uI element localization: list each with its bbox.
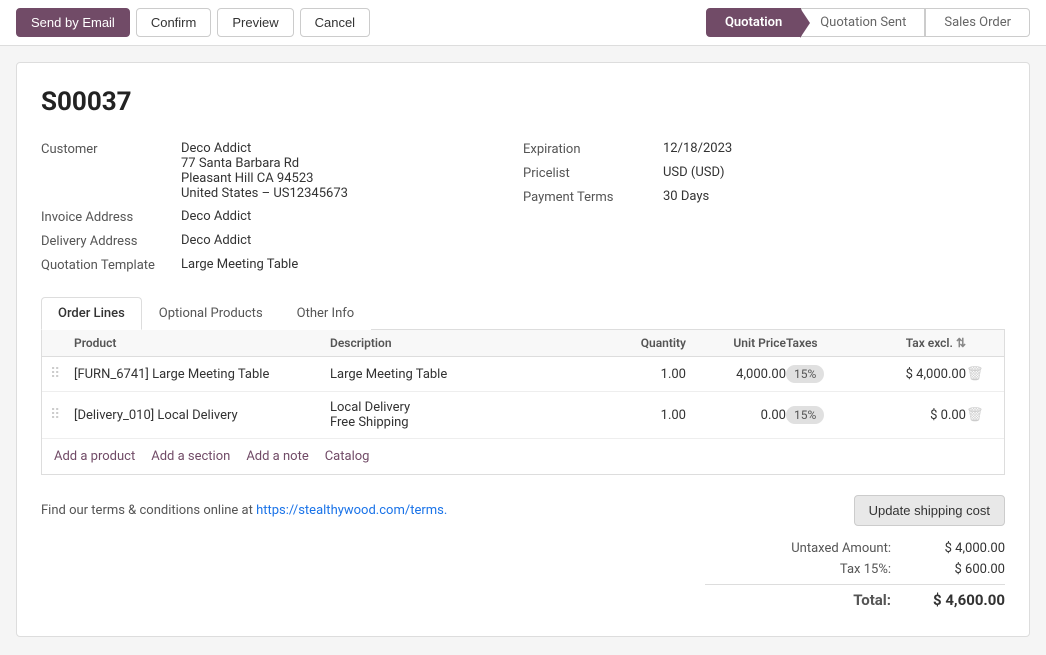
unit-price-col-header: Unit Price: [686, 336, 786, 350]
product-cell: [FURN_6741] Large Meeting Table: [74, 367, 330, 382]
tab-optional-products[interactable]: Optional Products: [142, 297, 280, 330]
tax-badge: 15%: [786, 365, 824, 383]
pricelist-label: Pricelist: [523, 165, 663, 181]
tab-other-info[interactable]: Other Info: [280, 297, 372, 330]
table-row: ⠿ [FURN_6741] Large Meeting Table Large …: [42, 357, 1004, 392]
description-cell: Large Meeting Table: [330, 367, 586, 382]
tax-label: Tax 15%:: [771, 562, 891, 577]
customer-addr2: Pleasant Hill CA 94523: [181, 171, 348, 186]
drag-handle[interactable]: ⠿: [50, 366, 74, 382]
payment-terms-label: Payment Terms: [523, 189, 663, 205]
quotation-template-label: Quotation Template: [41, 257, 181, 273]
pricelist-row: Pricelist USD (USD): [523, 161, 1005, 185]
description-col-header: Description: [330, 336, 586, 350]
tab-order-lines[interactable]: Order Lines: [41, 297, 142, 330]
tax-badge: 15%: [786, 406, 824, 424]
taxes-cell: 15%: [786, 365, 866, 383]
product-cell: [Delivery_010] Local Delivery: [74, 408, 330, 423]
product-col-header: Product: [74, 336, 330, 350]
payment-terms-row: Payment Terms 30 Days: [523, 185, 1005, 209]
sort-icon[interactable]: ⇅: [956, 336, 966, 350]
top-bar: Send by Email Confirm Preview Cancel Quo…: [0, 0, 1046, 46]
add-note-link[interactable]: Add a note: [246, 449, 308, 464]
delivery-address-label: Delivery Address: [41, 233, 181, 249]
catalog-link[interactable]: Catalog: [325, 449, 370, 464]
delivery-address-value: Deco Addict: [181, 233, 251, 248]
unit-price-cell: 0.00: [686, 408, 786, 423]
quantity-cell: 1.00: [586, 367, 686, 382]
taxes-col-header: Taxes: [786, 336, 866, 350]
add-section-link[interactable]: Add a section: [151, 449, 230, 464]
preview-button[interactable]: Preview: [217, 8, 293, 37]
confirm-button[interactable]: Confirm: [136, 8, 212, 37]
quotation-template-row: Quotation Template Large Meeting Table: [41, 253, 523, 277]
delete-row-button[interactable]: 🗑: [966, 366, 984, 382]
quantity-col-header: Quantity: [586, 336, 686, 350]
customer-field-row: Customer Deco Addict 77 Santa Barbara Rd…: [41, 137, 523, 205]
tax-excl-cell: $ 0.00: [866, 408, 966, 423]
pricelist-value: USD (USD): [663, 165, 725, 180]
expiration-row: Expiration 12/18/2023: [523, 137, 1005, 161]
right-fields: Expiration 12/18/2023 Pricelist USD (USD…: [523, 137, 1005, 277]
step-quotation[interactable]: Quotation: [706, 8, 801, 37]
document-title: S00037: [41, 87, 1005, 117]
totals-area: Update shipping cost Untaxed Amount: $ 4…: [705, 495, 1005, 612]
table-header: Product Description Quantity Unit Price …: [42, 330, 1004, 357]
tax-excl-col-header: Tax excl. ⇅: [866, 336, 966, 350]
delivery-address-row: Delivery Address Deco Addict: [41, 229, 523, 253]
totals-table: Untaxed Amount: $ 4,000.00 Tax 15%: $ 60…: [705, 538, 1005, 612]
quotation-template-value: Large Meeting Table: [181, 257, 298, 272]
update-shipping-button[interactable]: Update shipping cost: [854, 495, 1005, 526]
invoice-address-value: Deco Addict: [181, 209, 251, 224]
step-quotation-sent[interactable]: Quotation Sent: [801, 8, 925, 37]
drag-handle[interactable]: ⠿: [50, 407, 74, 423]
invoice-address-row: Invoice Address Deco Addict: [41, 205, 523, 229]
delete-cell: 🗑: [966, 366, 996, 382]
customer-value: Deco Addict 77 Santa Barbara Rd Pleasant…: [181, 141, 348, 201]
customer-label: Customer: [41, 141, 181, 157]
delete-cell: 🗑: [966, 407, 996, 423]
tax-excl-cell: $ 4,000.00: [866, 367, 966, 382]
payment-terms-value: 30 Days: [663, 189, 709, 204]
left-fields: Customer Deco Addict 77 Santa Barbara Rd…: [41, 137, 523, 277]
expiration-label: Expiration: [523, 141, 663, 157]
quantity-cell: 1.00: [586, 408, 686, 423]
status-steps: Quotation Quotation Sent Sales Order: [706, 8, 1030, 37]
customer-addr1: 77 Santa Barbara Rd: [181, 156, 348, 171]
total-value: $ 4,600.00: [915, 591, 1005, 609]
form-grid: Customer Deco Addict 77 Santa Barbara Rd…: [41, 137, 1005, 277]
actions-row: Add a product Add a section Add a note C…: [42, 439, 1004, 474]
untaxed-label: Untaxed Amount:: [771, 541, 891, 556]
expiration-value: 12/18/2023: [663, 141, 732, 156]
send-by-email-button[interactable]: Send by Email: [16, 8, 130, 37]
tax-row: Tax 15%: $ 600.00: [705, 559, 1005, 580]
unit-price-cell: 4,000.00: [686, 367, 786, 382]
add-product-link[interactable]: Add a product: [54, 449, 135, 464]
description-cell: Local Delivery Free Shipping: [330, 400, 586, 430]
invoice-address-label: Invoice Address: [41, 209, 181, 225]
bottom-area: Find our terms & conditions online at ht…: [41, 495, 1005, 612]
cancel-button[interactable]: Cancel: [300, 8, 370, 37]
table-row: ⠿ [Delivery_010] Local Delivery Local De…: [42, 392, 1004, 439]
step-sales-order[interactable]: Sales Order: [925, 8, 1030, 37]
total-label: Total:: [771, 591, 891, 609]
untaxed-amount-row: Untaxed Amount: $ 4,000.00: [705, 538, 1005, 559]
terms-text: Find our terms & conditions online at ht…: [41, 503, 447, 518]
tabs: Order Lines Optional Products Other Info: [41, 297, 1005, 330]
total-row: Total: $ 4,600.00: [705, 584, 1005, 612]
main-content: S00037 Customer Deco Addict 77 Santa Bar…: [16, 62, 1030, 637]
terms-link[interactable]: https://stealthywood.com/terms.: [256, 503, 447, 518]
customer-name: Deco Addict: [181, 141, 251, 156]
untaxed-value: $ 4,000.00: [915, 541, 1005, 556]
customer-addr3: United States – US12345673: [181, 186, 348, 201]
tax-value: $ 600.00: [915, 562, 1005, 577]
order-lines-table: Product Description Quantity Unit Price …: [41, 330, 1005, 475]
delete-row-button[interactable]: 🗑: [966, 407, 984, 423]
taxes-cell: 15%: [786, 406, 866, 424]
